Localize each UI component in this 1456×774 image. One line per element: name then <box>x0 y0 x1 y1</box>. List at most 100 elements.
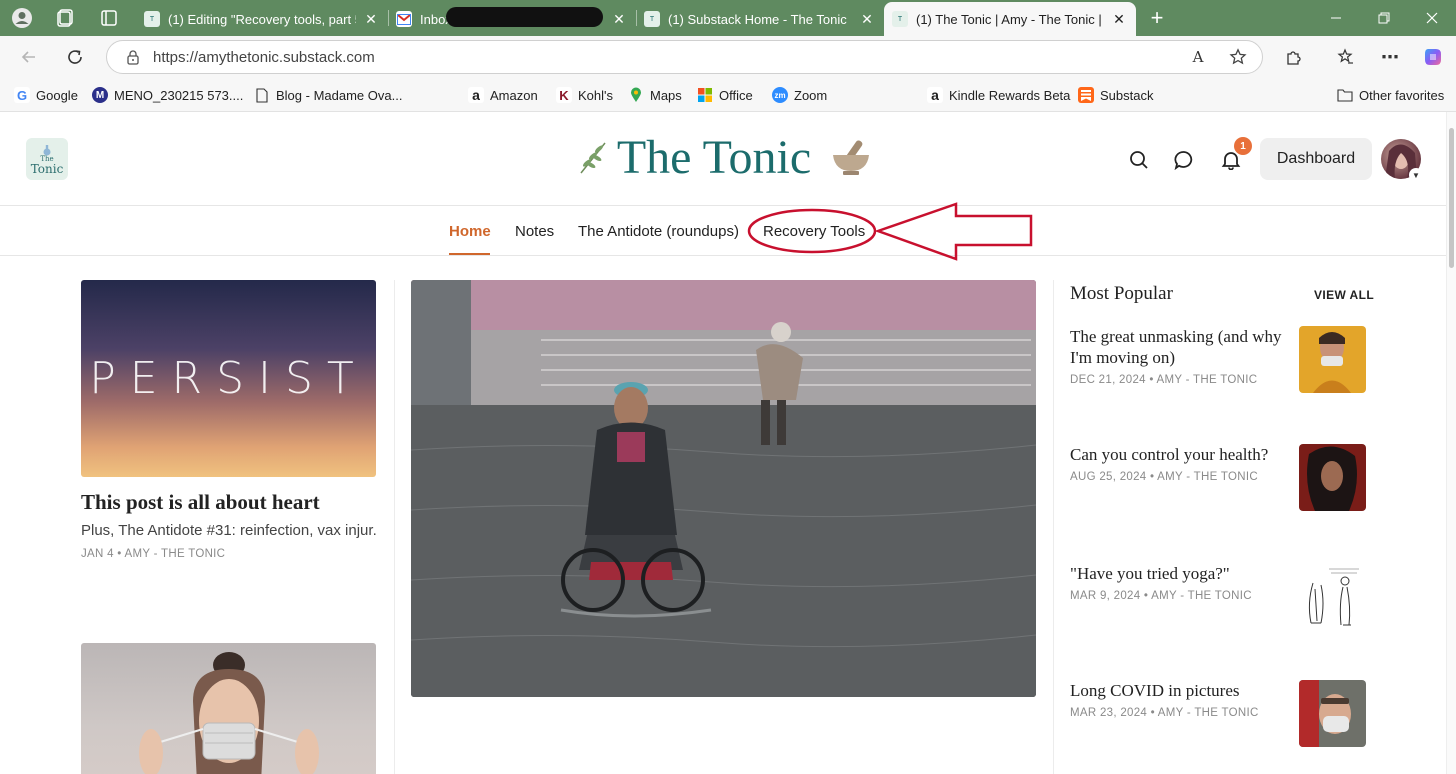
favorite-label: Amazon <box>490 87 538 103</box>
other-favorites-label: Other favorites <box>1359 87 1445 103</box>
tonic-favicon-icon: T <box>144 11 160 27</box>
meno-icon: M <box>92 87 108 103</box>
favorite-google[interactable]: G Google <box>14 86 78 104</box>
url-field[interactable]: https://amythetonic.substack.com <box>106 40 1263 74</box>
tonic-favicon-icon: T <box>892 11 908 27</box>
browser-tab-active[interactable]: T (1) The Tonic | Amy - The Tonic | S ✕ <box>884 2 1136 36</box>
favorite-blog[interactable]: Blog - Madame Ova... <box>254 86 402 104</box>
search-icon[interactable] <box>1127 148 1151 172</box>
favorite-label: Maps <box>650 87 682 103</box>
favorite-label: Kohl's <box>578 87 614 103</box>
post-meta: JAN 4 • AMY - THE TONIC <box>81 548 226 560</box>
new-tab-button[interactable]: + <box>1143 4 1171 32</box>
favorite-meno[interactable]: M MENO_230215 573.... <box>92 86 243 104</box>
active-tab-underline <box>449 253 490 255</box>
favorite-kindle[interactable]: a Kindle Rewards Beta <box>927 86 1070 104</box>
column-divider <box>394 280 395 774</box>
popular-post-thumbnail[interactable] <box>1299 563 1366 630</box>
favorite-label: Google <box>36 87 78 103</box>
close-tab-icon[interactable]: ✕ <box>362 11 380 28</box>
popular-post-thumbnail[interactable] <box>1299 444 1366 511</box>
minimize-icon[interactable] <box>1313 0 1359 36</box>
favorite-label: Substack <box>1100 87 1154 103</box>
back-arrow-icon[interactable] <box>14 43 44 71</box>
popular-post-title[interactable]: Long COVID in pictures <box>1070 680 1288 701</box>
redaction-mark <box>446 7 603 27</box>
browser-tab[interactable]: T (1) Substack Home - The Tonic ✕ <box>636 2 884 36</box>
google-icon: G <box>14 87 30 103</box>
office-icon <box>697 87 713 103</box>
view-all-link[interactable]: VIEW ALL <box>1314 288 1374 302</box>
featured-post-image[interactable] <box>411 280 1036 697</box>
profile-icon[interactable] <box>8 4 36 32</box>
close-tab-icon[interactable]: ✕ <box>610 11 628 28</box>
favorite-kohls[interactable]: K Kohl's <box>556 86 613 104</box>
mortar-pestle-icon <box>833 140 870 175</box>
close-window-icon[interactable] <box>1409 0 1455 36</box>
notification-badge[interactable]: 1 <box>1234 137 1252 155</box>
refresh-icon[interactable] <box>60 43 90 71</box>
site-title-text: The Tonic <box>616 131 812 184</box>
kohls-icon: K <box>556 87 572 103</box>
favorite-label: Blog - Madame Ova... <box>276 87 403 103</box>
post-title[interactable]: This post is all about heart <box>81 490 320 515</box>
favorite-amazon[interactable]: a Amazon <box>468 86 538 104</box>
nav-tab-antidote[interactable]: The Antidote (roundups) <box>578 223 739 240</box>
favorite-label: Zoom <box>794 87 828 103</box>
popular-post-title[interactable]: The great unmasking (and why I'm moving … <box>1070 326 1288 368</box>
lock-icon[interactable] <box>125 49 141 69</box>
other-favorites[interactable]: Other favorites <box>1337 86 1444 104</box>
more-icon[interactable]: ⋯ <box>1378 45 1402 69</box>
popular-post-meta: MAR 9, 2024 • AMY - THE TONIC <box>1070 590 1252 602</box>
page-icon <box>254 87 270 103</box>
browser-tab[interactable]: T (1) Editing "Recovery tools, part 5 ✕ <box>136 2 388 36</box>
dashboard-button[interactable]: Dashboard <box>1260 138 1372 180</box>
tab-title: (1) Editing "Recovery tools, part 5 <box>168 11 356 27</box>
popular-post-title[interactable]: "Have you tried yoga?" <box>1070 563 1288 584</box>
star-icon[interactable] <box>1226 45 1250 69</box>
map-pin-icon <box>628 87 644 103</box>
read-aloud-icon[interactable]: A <box>1186 45 1210 69</box>
most-popular-heading: Most Popular <box>1070 283 1173 304</box>
popular-post-thumbnail[interactable] <box>1299 680 1366 747</box>
popular-post-title[interactable]: Can you control your health? <box>1070 444 1288 465</box>
herb-sprig-icon <box>580 142 606 174</box>
copilot-icon[interactable] <box>1421 45 1445 69</box>
folder-icon <box>1337 87 1353 103</box>
close-tab-icon[interactable]: ✕ <box>1110 11 1128 28</box>
url-text: https://amythetonic.substack.com <box>153 48 375 66</box>
favorite-label: Kindle Rewards Beta <box>949 87 1071 103</box>
popular-post-meta: MAR 23, 2024 • AMY - THE TONIC <box>1070 707 1259 719</box>
tab-title: (1) Substack Home - The Tonic <box>668 11 847 27</box>
tab-strip: T (1) Editing "Recovery tools, part 5 ✕ … <box>0 0 1456 36</box>
workspaces-icon[interactable] <box>52 4 80 32</box>
nav-tab-notes[interactable]: Notes <box>515 223 554 240</box>
page-viewport: The Tonic The Tonic 1 Dashboard ▼ Home N… <box>0 112 1446 774</box>
post-image-mask[interactable] <box>81 643 376 774</box>
favorite-zoom[interactable]: zm Zoom <box>772 86 827 104</box>
post-subtitle[interactable]: Plus, The Antidote #31: reinfection, vax… <box>81 522 376 539</box>
collections-icon[interactable] <box>1333 45 1357 69</box>
substack-icon <box>1078 87 1094 103</box>
popular-post-thumbnail[interactable] <box>1299 326 1366 393</box>
column-divider <box>1053 280 1054 774</box>
address-toolbar: https://amythetonic.substack.com A ⋯ <box>0 36 1456 78</box>
tab-title: (1) The Tonic | Amy - The Tonic | S <box>916 11 1104 27</box>
favorite-office[interactable]: Office <box>697 86 753 104</box>
chevron-down-icon[interactable]: ▼ <box>1409 168 1423 182</box>
favorite-substack[interactable]: Substack <box>1078 86 1153 104</box>
close-tab-icon[interactable]: ✕ <box>858 11 876 28</box>
scrollbar-thumb[interactable] <box>1449 128 1454 268</box>
page-scrollbar[interactable] <box>1446 112 1456 774</box>
puzzle-icon[interactable] <box>1282 45 1306 69</box>
zoom-icon: zm <box>772 87 788 103</box>
chat-bubble-icon[interactable] <box>1172 148 1196 172</box>
nav-tab-home[interactable]: Home <box>449 223 491 240</box>
favorites-bar: G Google M MENO_230215 573.... Blog - Ma… <box>0 78 1456 182</box>
nav-tab-recovery-tools[interactable]: Recovery Tools <box>763 223 865 240</box>
post-image-persist[interactable]: PERSIST <box>81 280 376 477</box>
restore-icon[interactable] <box>1361 0 1407 36</box>
favorite-maps[interactable]: Maps <box>628 86 682 104</box>
tab-actions-icon[interactable] <box>95 4 123 32</box>
popular-post-meta: DEC 21, 2024 • AMY - THE TONIC <box>1070 374 1258 386</box>
